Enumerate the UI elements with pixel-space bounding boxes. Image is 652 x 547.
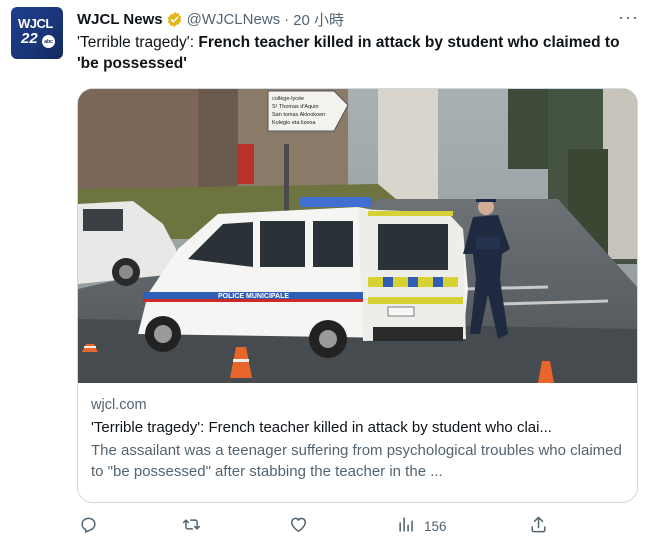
views-button[interactable]: 156: [397, 515, 447, 537]
action-bar: 156: [79, 515, 549, 537]
author-handle[interactable]: @WJCLNews: [187, 11, 281, 28]
like-button[interactable]: [289, 515, 316, 537]
tweet-text-quote: 'Terrible tragedy':: [77, 34, 199, 51]
header-separator: ·: [284, 10, 290, 28]
avatar[interactable]: WJCL 22 abc: [11, 7, 63, 59]
photo-sign-line-4: Kolegio eta lizeoa: [272, 120, 316, 126]
views-icon: [397, 515, 416, 537]
photo-sign-line-2: S¹ Thomas d'Aquin: [272, 104, 319, 110]
like-icon: [289, 515, 308, 537]
avatar-station: WJCL: [18, 16, 53, 31]
author-name[interactable]: WJCL News: [77, 11, 163, 28]
reply-button[interactable]: [79, 515, 106, 537]
reply-icon: [79, 515, 98, 537]
card-meta[interactable]: wjcl.com 'Terrible tragedy': French teac…: [91, 395, 627, 482]
avatar-network: abc: [42, 35, 55, 48]
card-photo[interactable]: collège-lycée S¹ Thomas d'Aquin San toma…: [78, 89, 637, 383]
retweet-icon: [182, 515, 201, 537]
verified-badge-icon: [166, 11, 183, 28]
card-title: 'Terrible tragedy': French teacher kille…: [91, 419, 552, 436]
link-card[interactable]: collège-lycée S¹ Thomas d'Aquin San toma…: [77, 88, 638, 503]
news-photo: collège-lycée S¹ Thomas d'Aquin San toma…: [78, 89, 637, 383]
tweet-timestamp[interactable]: 20 小時: [293, 9, 344, 30]
tweet[interactable]: WJCL 22 abc WJCL News @WJCLNews · 20 小時 …: [0, 0, 652, 547]
card-description: The assailant was a teenager suffering f…: [91, 442, 622, 480]
views-count: 156: [424, 518, 447, 534]
retweet-button[interactable]: [182, 515, 209, 537]
tweet-header: WJCL News @WJCLNews · 20 小時: [77, 8, 344, 30]
photo-sign-line-1: collège-lycée: [272, 96, 304, 102]
photo-sign-line-3: San tomas Akinokoen: [272, 112, 325, 118]
share-button[interactable]: [529, 515, 556, 537]
card-domain: wjcl.com: [91, 397, 147, 413]
photo-vehicle-text: POLICE MUNICIPALE: [218, 293, 289, 300]
more-options-icon[interactable]: ···: [618, 7, 639, 28]
tweet-text: 'Terrible tragedy': French teacher kille…: [77, 32, 637, 74]
avatar-channel: 22: [21, 30, 38, 47]
share-icon: [529, 515, 548, 537]
